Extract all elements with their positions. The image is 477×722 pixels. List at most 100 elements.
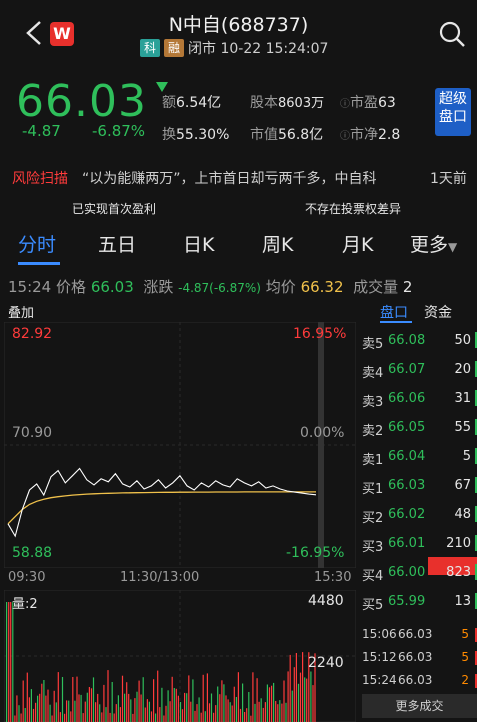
active-tab-indicator — [18, 262, 60, 265]
tab-weekly-k[interactable]: 周K — [262, 230, 293, 257]
volume-bar — [130, 699, 132, 722]
volume-bar — [70, 711, 72, 722]
volume-bar — [76, 676, 78, 722]
order-book-row[interactable]: 买5 65.99 13 — [360, 588, 477, 617]
volume-bar — [22, 680, 24, 722]
tab-five-day[interactable]: 五日 — [98, 230, 136, 257]
volume-bar — [115, 704, 117, 722]
volume-bar — [64, 713, 66, 722]
volume-bar — [188, 675, 190, 722]
order-book-row[interactable]: 买3 66.01 210 — [360, 530, 477, 559]
volume-bar — [273, 682, 275, 722]
tab-order-book[interactable]: 盘口 — [380, 302, 408, 322]
order-book-row[interactable]: 买4 66.00 823 — [360, 559, 477, 588]
volume-bar — [59, 712, 61, 722]
order-level-label: 卖1 — [362, 453, 384, 468]
time-start: 09:30 — [8, 570, 46, 585]
overlay-button[interactable]: 叠加 — [8, 302, 34, 321]
tab-intraday[interactable]: 分时 — [18, 230, 56, 257]
volume-bar — [246, 708, 248, 722]
order-book-row[interactable]: 卖3 66.06 31 — [360, 385, 477, 414]
volume-bar — [136, 691, 138, 722]
risk-news-text[interactable]: “以为能赚两万”，上市首日却亏两千多，中自科 — [82, 168, 377, 188]
volume-bar — [244, 712, 246, 722]
order-book-row[interactable]: 卖1 66.04 5 — [360, 443, 477, 472]
intraday-chart[interactable] — [4, 322, 356, 568]
volume-bar — [271, 685, 273, 722]
volume-bar — [196, 704, 198, 722]
tab-daily-k[interactable]: 日K — [183, 230, 214, 257]
volume-bar — [264, 702, 266, 722]
volume-bar — [43, 680, 45, 722]
volume-chart[interactable] — [4, 590, 356, 722]
volume-bar — [117, 695, 119, 722]
order-level-label: 买2 — [362, 511, 384, 526]
volume-bar — [235, 697, 237, 722]
volume-bar — [119, 707, 121, 722]
search-icon[interactable] — [438, 20, 466, 48]
volume-bar — [84, 701, 86, 722]
super-quote-button[interactable]: 超级盘口 — [435, 88, 471, 136]
volume-bar — [229, 702, 231, 722]
volume-bar — [219, 694, 221, 722]
volume-bar — [90, 688, 93, 722]
volume-bar — [124, 693, 126, 722]
volume-bar — [169, 701, 171, 722]
volume-bar — [291, 690, 293, 722]
volume-bar — [289, 654, 291, 722]
order-book-row[interactable]: 卖4 66.07 20 — [360, 356, 477, 385]
tab-fund-flow[interactable]: 资金 — [424, 302, 452, 322]
price-change: -4.87 — [22, 122, 61, 140]
volume-bar — [101, 712, 103, 722]
volume-bar — [92, 677, 95, 722]
volume-bar — [10, 602, 12, 722]
trade-time: 15:12 — [362, 650, 397, 664]
volume-bar — [113, 713, 115, 722]
order-book-row[interactable]: 卖5 66.08 50 — [360, 327, 477, 356]
volume-bar — [57, 672, 59, 722]
volume-bar — [237, 672, 239, 722]
volume-bar — [206, 673, 208, 722]
order-volume: 50 — [454, 333, 471, 348]
volume-bar — [210, 693, 213, 722]
volume-bar — [281, 703, 283, 722]
volume-bar — [163, 715, 165, 722]
tab-more[interactable]: 更多▼ — [410, 230, 457, 257]
order-book-row[interactable]: 买2 66.02 48 — [360, 501, 477, 530]
volume-bar — [217, 686, 219, 722]
volume-bar — [231, 705, 233, 722]
tab-monthly-k[interactable]: 月K — [342, 230, 373, 257]
volume-bar — [68, 700, 70, 722]
volume-bar — [215, 705, 217, 722]
trade-price: 66.03 — [398, 650, 433, 664]
order-level-label: 买4 — [362, 569, 384, 584]
pb-stat: ⓘ市净2.8 — [340, 127, 401, 143]
volume-bar — [86, 692, 88, 722]
order-book-row[interactable]: 卖2 66.05 55 — [360, 414, 477, 443]
risk-news-time: 1天前 — [430, 171, 467, 187]
volume-bar — [14, 715, 16, 722]
market-value-stat: 市值56.8亿 — [250, 127, 324, 143]
volume-bar — [221, 680, 223, 722]
volume-bar — [285, 702, 287, 722]
volume-bar — [12, 602, 14, 722]
volume-bar — [262, 707, 264, 722]
volume-bar — [26, 672, 28, 722]
volume-bar — [256, 678, 258, 722]
volume-bar — [198, 697, 200, 722]
order-price: 66.05 — [388, 420, 426, 435]
volume-bar — [140, 694, 142, 722]
trade-price: 66.03 — [398, 627, 433, 641]
volume-bar — [233, 686, 235, 722]
volume-bar — [80, 694, 82, 722]
volume-bar — [111, 682, 113, 722]
order-level-label: 卖5 — [362, 337, 384, 352]
volume-bar — [28, 697, 30, 722]
more-trades-button[interactable]: 更多成交 — [362, 694, 477, 718]
risk-scan-label[interactable]: 风险扫描 — [12, 168, 68, 188]
volume-bar — [105, 707, 107, 722]
stock-title: N中自(688737) — [168, 14, 309, 36]
volume-bar — [287, 671, 289, 722]
volume-bar — [121, 675, 124, 722]
order-book-row[interactable]: 买1 66.03 67 — [360, 472, 477, 501]
